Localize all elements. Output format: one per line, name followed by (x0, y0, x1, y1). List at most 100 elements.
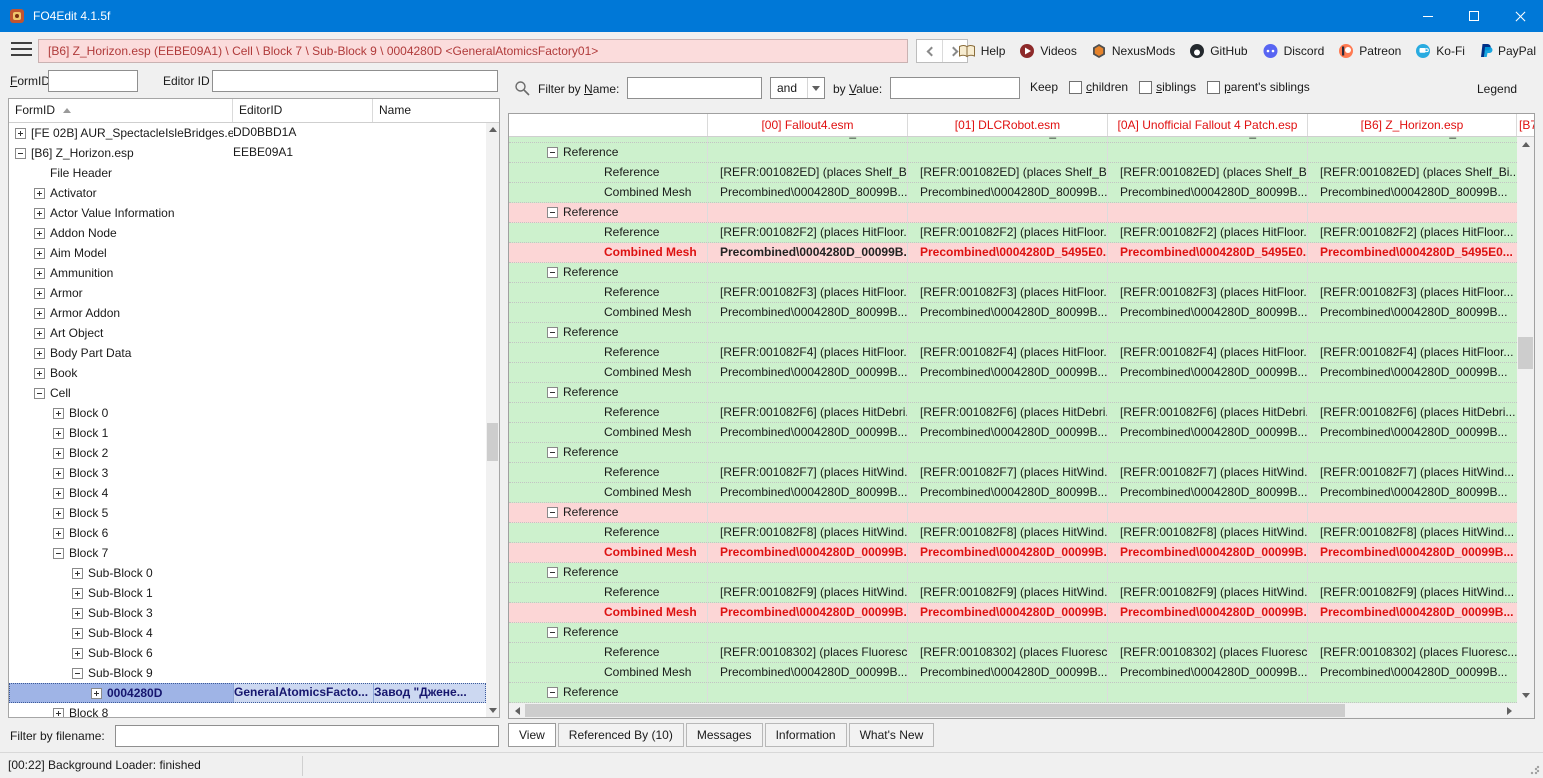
grid-header-col[interactable]: [00] Fallout4.esm (708, 114, 908, 136)
expand-icon[interactable] (53, 468, 64, 479)
tree-row[interactable]: Sub-Block 9 (9, 663, 486, 683)
tree-row[interactable]: [B6] Z_Horizon.espEEBE09A1 (9, 143, 486, 163)
tree-header-formid[interactable]: FormID (9, 99, 233, 122)
grid-cell[interactable]: [REFR:001082ED] (places Shelf_Bi... (908, 163, 1108, 182)
maximize-button[interactable] (1451, 0, 1497, 32)
collapse-icon[interactable] (547, 507, 558, 518)
grid-row-mesh[interactable]: Combined MeshPrecombined\0004280D_00099B… (509, 363, 1517, 383)
expand-icon[interactable] (34, 268, 45, 279)
grid-cell[interactable] (908, 503, 1108, 522)
grid-cell[interactable] (708, 563, 908, 582)
grid-cell[interactable]: Precombined\0004280D_00099B... (908, 543, 1108, 562)
videos-link[interactable]: Videos (1019, 43, 1076, 59)
grid-cell[interactable] (1308, 263, 1517, 282)
grid-cell[interactable]: Precombined\0004280D_00099B... (708, 663, 908, 682)
grid-cell[interactable] (708, 443, 908, 462)
patreon-link[interactable]: Patreon (1338, 43, 1401, 59)
collapse-icon[interactable] (72, 668, 83, 679)
grid-row-parent[interactable]: Reference (509, 383, 1517, 403)
filter-operator-select[interactable]: and (770, 77, 825, 99)
expand-icon[interactable] (34, 228, 45, 239)
grid-cell[interactable] (908, 383, 1108, 402)
tree-row[interactable]: Block 8 (9, 703, 486, 717)
github-link[interactable]: GitHub (1189, 43, 1247, 59)
tree-row[interactable]: Block 5 (9, 503, 486, 523)
collapse-icon[interactable] (547, 207, 558, 218)
expand-icon[interactable] (72, 628, 83, 639)
grid-cell[interactable]: Precombined\0004280D_80099B... (1108, 183, 1308, 202)
grid-cell[interactable]: [REFR:001082F9] (places HitWind... (1108, 583, 1308, 602)
expand-icon[interactable] (34, 248, 45, 259)
back-button[interactable] (917, 40, 942, 62)
grid-cell[interactable] (1108, 563, 1308, 582)
collapse-icon[interactable] (547, 447, 558, 458)
grid-cell[interactable]: [REFR:001082F4] (places HitFloor... (1308, 343, 1517, 362)
grid-row-parent[interactable]: Reference (509, 623, 1517, 643)
grid-row-parent[interactable]: Reference (509, 203, 1517, 223)
grid-cell[interactable] (708, 263, 908, 282)
grid-cell[interactable]: Precombined\0004280D_5495E0... (1108, 243, 1308, 262)
grid-cell[interactable]: [REFR:00108302] (places Fluoresc... (908, 643, 1108, 662)
grid-cell[interactable] (1308, 623, 1517, 642)
expand-icon[interactable] (34, 208, 45, 219)
grid-cell[interactable]: Precombined\0004280D_00099B... (708, 423, 908, 442)
tree-row[interactable]: File Header (9, 163, 486, 183)
grid-cell[interactable]: [REFR:001082F2] (places HitFloor... (908, 223, 1108, 242)
tree-row[interactable]: [FE 02B] AUR_SpectacleIsleBridges.espDD0… (9, 123, 486, 143)
tree-row[interactable]: Block 7 (9, 543, 486, 563)
grid-cell[interactable]: Precombined\0004280D_80099B... (1108, 303, 1308, 322)
grid-cell[interactable]: [REFR:001082F7] (places HitWind... (1108, 463, 1308, 482)
grid-row-reference[interactable]: Reference[REFR:001082F2] (places HitFloo… (509, 223, 1517, 243)
grid-cell[interactable]: [REFR:001082F6] (places HitDebri... (908, 403, 1108, 422)
grid-cell[interactable]: [REFR:001082F3] (places HitFloor... (1308, 283, 1517, 302)
collapse-icon[interactable] (547, 327, 558, 338)
grid-cell[interactable]: Precombined\0004280D_00099B... (1308, 663, 1517, 682)
grid-cell[interactable] (1108, 263, 1308, 282)
tree-row[interactable]: Sub-Block 4 (9, 623, 486, 643)
grid-cell[interactable]: [REFR:001082F9] (places HitWind... (908, 583, 1108, 602)
tab-whats-new[interactable]: What's New (849, 723, 935, 747)
expand-icon[interactable] (34, 288, 45, 299)
grid-cell[interactable] (1308, 203, 1517, 222)
expand-icon[interactable] (53, 708, 64, 718)
grid-cell[interactable]: [REFR:001082F8] (places HitWind... (1308, 523, 1517, 542)
tree-row[interactable]: Block 1 (9, 423, 486, 443)
grid-cell[interactable]: Precombined\0004280D_00099B... (908, 423, 1108, 442)
expand-icon[interactable] (72, 608, 83, 619)
tree-row[interactable]: Book (9, 363, 486, 383)
expand-icon[interactable] (53, 408, 64, 419)
grid-row-mesh[interactable]: Combined MeshPrecombined\0004280D_80099B… (509, 183, 1517, 203)
grid-row-reference[interactable]: Reference[REFR:001082F7] (places HitWind… (509, 463, 1517, 483)
grid-cell[interactable]: Precombined\0004280D_00099B... (708, 363, 908, 382)
grid-cell[interactable]: [REFR:001082ED] (places Shelf_Bi... (1108, 163, 1308, 182)
grid-cell[interactable] (1108, 143, 1308, 162)
collapse-icon[interactable] (15, 148, 26, 159)
grid-header-col[interactable]: [0A] Unofficial Fallout 4 Patch.esp (1108, 114, 1308, 136)
grid-row-mesh[interactable]: Combined MeshPrecombined\0004280D_00099B… (509, 543, 1517, 563)
grid-header-col[interactable]: [01] DLCRobot.esm (908, 114, 1108, 136)
tab-information[interactable]: Information (765, 723, 847, 747)
grid-row-parent[interactable]: Reference (509, 683, 1517, 703)
grid-cell[interactable]: [REFR:00108302] (places Fluoresc... (1308, 643, 1517, 662)
paypal-link[interactable]: PayPal (1479, 43, 1536, 59)
grid-cell[interactable]: Precombined\0004280D_5495E0... (908, 243, 1108, 262)
keep-siblings-checkbox[interactable]: siblings (1139, 80, 1196, 94)
grid-header-col[interactable]: [B7 (1517, 114, 1534, 136)
grid-cell[interactable]: Precombined\0004280D_00099B... (708, 243, 908, 262)
grid-cell[interactable] (908, 563, 1108, 582)
grid-cell[interactable] (1308, 683, 1517, 702)
nexusmods-link[interactable]: NexusMods (1091, 43, 1175, 59)
grid-cell[interactable]: Precombined\0004280D_00099B... (708, 543, 908, 562)
tab-referenced-by[interactable]: Referenced By (10) (558, 723, 684, 747)
grid-row-reference[interactable]: Reference[REFR:001082F6] (places HitDebr… (509, 403, 1517, 423)
grid-cell[interactable]: Precombined\0004280D_00099B... (1108, 543, 1308, 562)
grid-row-parent[interactable]: Reference (509, 143, 1517, 163)
grid-header-col[interactable]: [B6] Z_Horizon.esp (1308, 114, 1517, 136)
grid-cell[interactable] (1108, 383, 1308, 402)
scrollbar-thumb[interactable] (525, 704, 1345, 717)
grid-cell[interactable] (708, 143, 908, 162)
expand-icon[interactable] (34, 188, 45, 199)
collapse-icon[interactable] (34, 388, 45, 399)
scrollbar-thumb[interactable] (1518, 337, 1533, 369)
grid-cell[interactable]: Precombined\0004280D_00099B... (1308, 423, 1517, 442)
